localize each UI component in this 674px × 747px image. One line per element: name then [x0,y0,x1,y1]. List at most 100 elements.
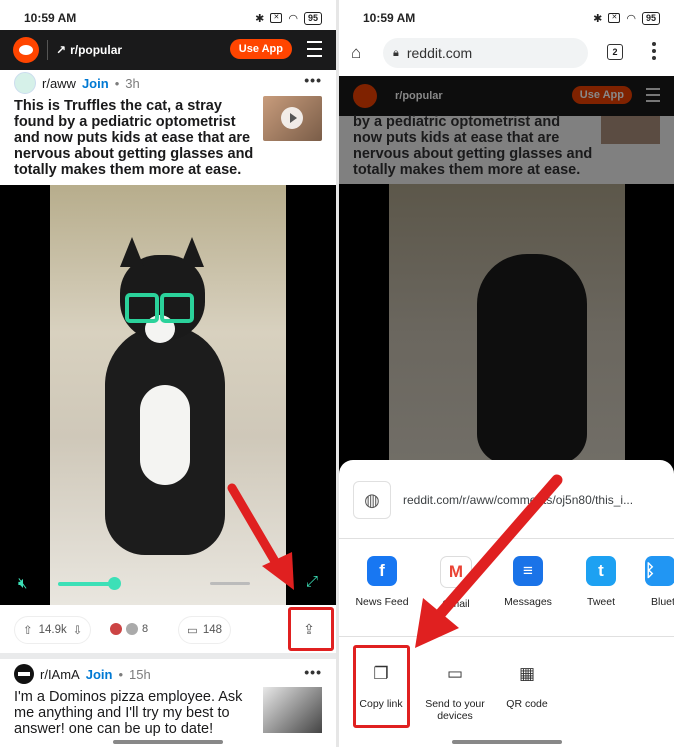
status-time: 10:59 AM [363,11,416,25]
comment-icon: ▭ [187,625,198,637]
wifi-icon: ◠ [626,12,636,25]
share-app-gmail[interactable]: M Gmail [421,556,491,610]
menu-icon[interactable] [307,41,322,62]
right-screenshot: 10:59 AM ✱ ✕ ◠ 95 ⌂ 🔒︎ reddit.com 2 r/po… [339,0,674,747]
join-button[interactable]: Join [82,76,109,91]
post-more-button[interactable]: ••• [304,72,322,88]
post-title[interactable]: I'm a Dominos pizza employee. Ask me any… [14,689,249,737]
share-app-bluetooth[interactable]: ᛒ Blueto [629,556,674,608]
status-icons: ✱ ✕ ◠ 95 [255,11,322,25]
video-player [339,184,674,484]
qr-code-label: QR code [506,698,548,710]
share-apps-row: f News Feed M Gmail ≡ Messages t Tweet ᛒ… [339,556,674,616]
facebook-icon: f [367,556,397,586]
subreddit-selector-label: r/popular [70,43,123,57]
browser-menu-icon[interactable] [652,42,656,63]
system-nav-bar [339,737,674,747]
devices-icon: ▭ [446,664,464,683]
use-app-button[interactable]: Use App [229,39,292,59]
system-nav-bar [0,737,336,747]
upvote-icon[interactable]: ⇧ [23,623,33,637]
address-url: reddit.com [406,45,473,61]
post-age: 3h [125,75,140,91]
use-app-button: Use App [571,86,632,104]
home-gesture-pill[interactable] [451,740,562,744]
post-subreddit[interactable]: r/IAmA [40,667,80,682]
address-bar[interactable]: 🔒︎ reddit.com [383,38,588,68]
lock-icon: 🔒︎ [393,46,399,59]
home-icon[interactable]: ⌂ [351,43,361,63]
post-title[interactable]: This is Truffles the cat, a stray found … [14,98,254,178]
award-icon [110,623,122,635]
post-more-button[interactable]: ••• [304,664,322,680]
vote-controls: ⇧ 14.9k ⇩ [14,616,92,644]
share-app-messages[interactable]: ≡ Messages [493,556,563,608]
downvote-icon[interactable]: ⇩ [73,623,83,637]
fullscreen-icon[interactable]: ⤢ [306,573,318,590]
post-age-dot: • [118,666,124,682]
copy-link-highlight-box [353,645,410,728]
share-app-tweet[interactable]: t Tweet [566,556,636,608]
share-app-label: Blueto [651,596,674,608]
share-app-label: Gmail [442,598,470,610]
video-frame [50,185,286,605]
vote-count: 14.9k [38,624,67,636]
share-url: reddit.com/r/aww/comments/oj5n80/this_i.… [403,493,634,507]
subreddit-selector[interactable]: ↗ r/popular [56,43,122,57]
qr-code-icon: ▦ [518,664,536,683]
cat-image [477,254,587,464]
post-age-dot: • [114,75,120,91]
feed-divider [0,653,336,659]
status-icons: ✱ ✕ ◠ 95 [593,11,660,25]
subreddit-avatar[interactable] [14,72,36,94]
sim-icon: ✕ [270,13,283,23]
twitter-icon: t [586,556,616,586]
post-title: by a pediatric optometrist and now puts … [353,114,593,178]
messages-icon: ≡ [513,556,543,586]
qr-code-button[interactable]: ▦ QR code [487,660,567,710]
comment-count: 148 [202,624,223,636]
post-thumbnail[interactable] [263,96,322,141]
join-button[interactable]: Join [86,667,113,682]
share-app-label: Tweet [586,596,615,608]
reddit-logo-icon[interactable] [13,37,39,63]
video-scrubber-handle[interactable] [108,577,121,590]
post-subreddit[interactable]: r/aww [42,76,76,91]
share-highlight-box [288,607,334,651]
award-icon [126,623,138,635]
post-meta: r/IAmA Join • 15h [14,664,151,684]
status-time: 10:59 AM [24,11,77,25]
send-to-devices-button[interactable]: ▭ Send to your devices [415,660,495,722]
video-player[interactable]: 🔇︎ ⤢ [0,185,336,605]
play-icon [281,107,303,129]
tab-switcher-button[interactable]: 2 [607,44,623,60]
browser-toolbar: ⌂ 🔒︎ reddit.com 2 [339,30,674,76]
video-buffer-bar [210,582,250,585]
header-separator [47,40,48,60]
divider [339,538,674,539]
post-meta: r/aww Join • 3h [14,72,140,94]
post-thumbnail[interactable] [263,687,322,733]
home-gesture-pill[interactable] [113,740,223,744]
send-to-devices-label: Send to your devices [425,698,485,722]
gmail-icon: M [440,556,472,588]
left-screenshot: 10:59 AM ✱ ✕ ◠ 95 ↗ r/popular Use App r/… [0,0,337,747]
sim-icon: ✕ [608,13,621,23]
awards[interactable]: 8 [110,616,148,642]
share-app-news-feed[interactable]: f News Feed [347,556,417,608]
menu-icon [646,88,660,106]
bluetooth-icon: ✱ [593,12,603,25]
battery-icon: 95 [303,11,322,25]
wifi-icon: ◠ [288,12,298,25]
globe-icon: ◍ [353,481,391,519]
mute-icon[interactable]: 🔇︎ [18,575,27,592]
share-app-label: Messages [504,596,552,608]
reddit-header: ↗ r/popular Use App [0,30,336,70]
video-progress-bar[interactable] [58,582,113,586]
subreddit-avatar[interactable] [14,664,34,684]
trending-icon: ↗ [56,43,67,57]
battery-icon: 95 [641,11,660,25]
award-count: 8 [142,623,149,635]
comments-button[interactable]: ▭ 148 [178,616,232,644]
reddit-logo-icon [353,84,377,108]
